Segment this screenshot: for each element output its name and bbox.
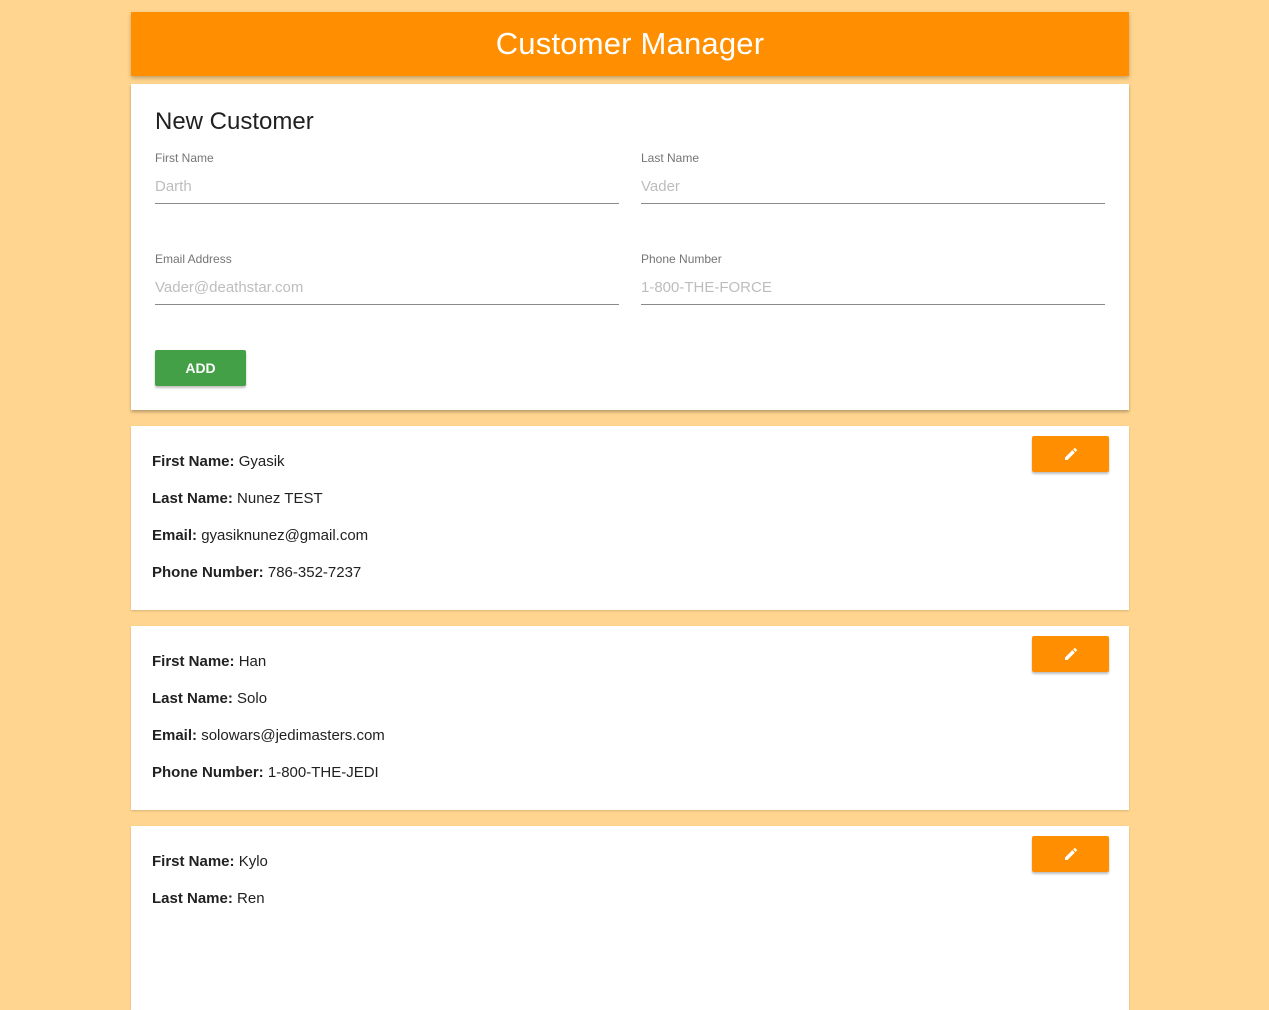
customer-email: Email: gyasiknunez@gmail.com bbox=[152, 527, 368, 544]
pencil-icon bbox=[1064, 847, 1077, 860]
email-label: Email Address bbox=[155, 252, 232, 266]
form-title: New Customer bbox=[155, 108, 314, 135]
last-name-field: Last Name bbox=[641, 151, 1105, 211]
first-name-key: First Name: bbox=[152, 853, 235, 870]
customer-email: Email: solowars@jedimasters.com bbox=[152, 727, 385, 744]
email-field: Email Address bbox=[155, 252, 619, 312]
first-name-value: Kylo bbox=[238, 853, 268, 870]
phone-input[interactable] bbox=[641, 270, 1105, 305]
customer-first-name: First Name: Kylo bbox=[152, 853, 268, 870]
new-customer-form: New Customer First Name Last Name Email … bbox=[131, 84, 1129, 410]
edit-button[interactable] bbox=[1032, 636, 1109, 672]
customer-first-name: First Name: Han bbox=[152, 653, 266, 670]
customer-card: First Name: Kylo Last Name: Ren bbox=[131, 826, 1129, 1010]
customer-phone: Phone Number: 1-800-THE-JEDI bbox=[152, 764, 379, 781]
customer-phone: Phone Number: 786-352-7237 bbox=[152, 564, 361, 581]
customer-last-name: Last Name: Nunez TEST bbox=[152, 490, 323, 507]
first-name-key: First Name: bbox=[152, 453, 235, 470]
app-header: Customer Manager bbox=[131, 12, 1129, 76]
last-name-key: Last Name: bbox=[152, 690, 233, 707]
last-name-value: Solo bbox=[237, 690, 268, 707]
last-name-key: Last Name: bbox=[152, 490, 233, 507]
customer-last-name: Last Name: Ren bbox=[152, 890, 265, 907]
customer-first-name: First Name: Gyasik bbox=[152, 453, 285, 470]
last-name-key: Last Name: bbox=[152, 890, 233, 907]
phone-value: 1-800-THE-JEDI bbox=[267, 764, 379, 781]
phone-key: Phone Number: bbox=[152, 564, 264, 581]
customer-card: First Name: Gyasik Last Name: Nunez TEST… bbox=[131, 426, 1129, 610]
email-key: Email: bbox=[152, 727, 198, 744]
app-container: Customer Manager New Customer First Name… bbox=[131, 12, 1129, 410]
last-name-label: Last Name bbox=[641, 151, 700, 165]
app-title: Customer Manager bbox=[495, 26, 765, 61]
phone-value: 786-352-7237 bbox=[267, 564, 362, 581]
email-input[interactable] bbox=[155, 270, 619, 305]
first-name-input[interactable] bbox=[155, 169, 619, 204]
last-name-value: Ren bbox=[237, 890, 265, 907]
customer-last-name: Last Name: Solo bbox=[152, 690, 267, 707]
first-name-field: First Name bbox=[155, 151, 619, 211]
last-name-value: Nunez TEST bbox=[237, 490, 323, 507]
email-value: gyasiknunez@gmail.com bbox=[201, 527, 369, 544]
email-value: solowars@jedimasters.com bbox=[201, 727, 385, 744]
pencil-icon bbox=[1064, 647, 1077, 660]
edit-button[interactable] bbox=[1032, 436, 1109, 472]
email-key: Email: bbox=[152, 527, 198, 544]
add-button[interactable]: ADD bbox=[155, 350, 246, 386]
phone-field: Phone Number bbox=[641, 252, 1105, 312]
phone-label: Phone Number bbox=[641, 252, 722, 266]
edit-button[interactable] bbox=[1032, 836, 1109, 872]
first-name-value: Gyasik bbox=[238, 453, 285, 470]
first-name-key: First Name: bbox=[152, 653, 235, 670]
first-name-label: First Name bbox=[155, 151, 214, 165]
pencil-icon bbox=[1064, 447, 1077, 460]
last-name-input[interactable] bbox=[641, 169, 1105, 204]
phone-key: Phone Number: bbox=[152, 764, 264, 781]
customer-card: First Name: Han Last Name: Solo Email: s… bbox=[131, 626, 1129, 810]
first-name-value: Han bbox=[238, 653, 267, 670]
